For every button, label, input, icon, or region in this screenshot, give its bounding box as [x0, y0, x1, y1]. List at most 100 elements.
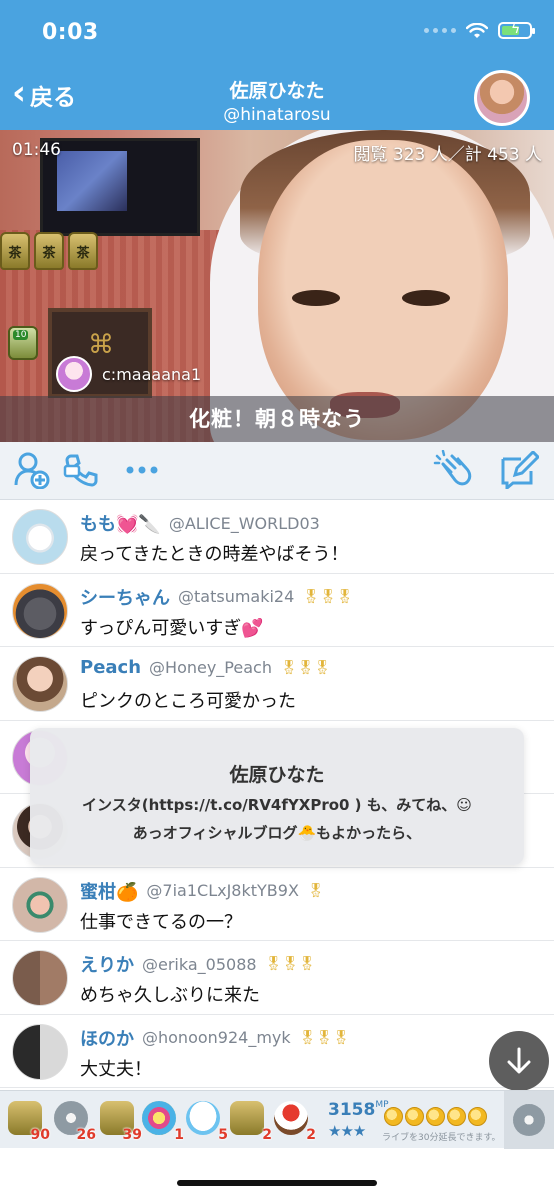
broadcaster-avatar[interactable]: [474, 70, 530, 126]
extend-text: ライブを30分延長できます。: [382, 1133, 501, 1143]
gift-item[interactable]: 5: [182, 1097, 228, 1143]
arrow-down-icon: [507, 1047, 531, 1074]
video-eye: [292, 290, 340, 306]
comment-meta: もも💓🔪 @ALICE_WORLD03: [80, 510, 328, 536]
gift-icon: [274, 1101, 308, 1135]
call-icon[interactable]: [62, 450, 104, 490]
comment-avatar[interactable]: [12, 1023, 68, 1080]
comment-row[interactable]: シーちゃん @tatsumaki24 🎖🎖🎖 すっぴん可愛いすぎ💕: [0, 574, 554, 647]
comment-text: めちゃ久しぶりに来た: [80, 985, 260, 1006]
gift-count: 2: [306, 1127, 316, 1143]
gift-item[interactable]: 39: [96, 1097, 142, 1143]
live-video[interactable]: 茶 茶 茶 10 01:46 閲覧 323 人／計 453 人 c:maaaan…: [0, 130, 554, 442]
comment-avatar[interactable]: [12, 656, 68, 712]
star-rating: ★★★: [328, 1122, 366, 1140]
comment-avatar[interactable]: [12, 509, 68, 565]
gift-count: 90: [30, 1127, 50, 1143]
comment-username[interactable]: 蜜柑🍊: [80, 878, 138, 904]
viewer-count: 閲覧 323 人／計 453 人: [353, 145, 542, 165]
points-display: 3158MP ★★★: [328, 1100, 389, 1140]
comment-avatar[interactable]: [12, 582, 68, 639]
coin-icons[interactable]: [384, 1107, 487, 1126]
medal-icon: 🎖🎖🎖: [264, 956, 316, 972]
comment-username[interactable]: Peach: [80, 657, 141, 678]
comment-row[interactable]: えりか @erika_05088 🎖🎖🎖 めちゃ久しぶりに来た: [0, 941, 554, 1015]
comment-meta: シーちゃん @tatsumaki24 🎖🎖🎖: [80, 584, 354, 610]
broadcaster-name: 佐原ひなた: [229, 80, 325, 102]
tea-gift-icon: 10: [8, 326, 38, 360]
medal-icon: 🎖: [306, 882, 325, 899]
comment-username[interactable]: もも💓🔪: [80, 510, 161, 536]
comment-text: ピンクのところ可愛かった: [80, 691, 296, 712]
gift-count: 26: [76, 1127, 96, 1143]
signal-icon: [424, 28, 456, 33]
tea-gift-icon: 茶: [0, 232, 30, 270]
gift-icon: [186, 1101, 220, 1135]
comment-handle: @7ia1CLxJ8ktYB9X: [146, 881, 299, 900]
comment-meta: 蜜柑🍊 @7ia1CLxJ8ktYB9X 🎖: [80, 878, 325, 904]
comment-username[interactable]: ほのか: [80, 1025, 134, 1051]
video-eye: [402, 290, 450, 306]
comment-meta: Peach @Honey_Peach 🎖🎖🎖: [80, 657, 331, 678]
comment-meta: ほのか @honoon924_myk 🎖🎖🎖: [80, 1025, 350, 1051]
comment-row[interactable]: 蜜柑🍊 @7ia1CLxJ8ktYB9X 🎖 仕事できてるの一？: [0, 868, 554, 941]
comment-handle: @ALICE_WORLD03: [168, 513, 320, 533]
comment-row[interactable]: ほのか @honoon924_myk 🎖🎖🎖 大丈夫！: [0, 1015, 554, 1088]
medal-icon: 🎖🎖🎖: [298, 1029, 350, 1046]
home-indicator[interactable]: [177, 1180, 377, 1186]
comment-row[interactable]: もも💓🔪 @ALICE_WORLD03 戻ってきたときの時差やばそう！: [0, 500, 554, 574]
comment-handle: @Honey_Peach: [149, 658, 272, 677]
comment-handle: @erika_05088: [142, 954, 257, 974]
action-bar: [0, 442, 554, 500]
stream-timer: 01:46: [12, 140, 61, 160]
popup-line[interactable]: インスタ(https://t.co/RV4fYXPro0 ) も、みてね、☺: [30, 795, 524, 815]
medal-icon: 🎖🎖🎖: [302, 588, 353, 605]
gift-icon: [142, 1101, 176, 1135]
add-user-icon[interactable]: [12, 450, 52, 490]
comment-username[interactable]: シーちゃん: [80, 584, 170, 610]
status-time: 0:03: [42, 20, 99, 45]
gift-item[interactable]: 1: [138, 1097, 184, 1143]
medal-icon: 🎖🎖🎖: [279, 659, 331, 676]
wifi-icon: [466, 22, 488, 38]
broadcaster-message-popup[interactable]: 佐原ひなた インスタ(https://t.co/RV4fYXPro0 ) も、み…: [30, 728, 524, 865]
tea-gift-icon: 茶: [68, 232, 98, 270]
gift-bar: 90 26 39 1 5 2 2 3158MP ★★★ ライブを30分延長できま…: [0, 1090, 554, 1149]
gift-menu-button[interactable]: [504, 1091, 554, 1149]
current-commenter: c:maaaana1: [56, 356, 201, 392]
comment-avatar[interactable]: [12, 876, 68, 933]
scroll-down-button[interactable]: [489, 1031, 549, 1091]
comment-row[interactable]: Peach @Honey_Peach 🎖🎖🎖 ピンクのところ可愛かった: [0, 647, 554, 721]
status-icons: ϟ: [424, 21, 535, 39]
disk-icon: [513, 1104, 545, 1136]
broadcaster-handle: @hinatarosu: [223, 105, 331, 125]
comment-handle: @tatsumaki24: [178, 587, 295, 606]
gift-item[interactable]: 26: [50, 1097, 96, 1143]
gift-item[interactable]: 90: [4, 1097, 50, 1143]
gift-overlay: 茶 茶 茶: [0, 232, 98, 270]
tea-gift-icon: 茶: [34, 232, 64, 270]
comment-handle: @honoon924_myk: [142, 1028, 291, 1047]
battery-icon: ϟ: [498, 21, 535, 39]
popup-line: あっオフィシャルブログ🐣もよかったら、: [132, 824, 422, 842]
nav-title: 佐原ひなた @hinatarosu: [0, 76, 554, 125]
video-tv: [40, 138, 200, 236]
gift-icon: [230, 1101, 264, 1135]
comment-username[interactable]: えりか: [80, 951, 134, 977]
gift-item[interactable]: 2: [270, 1097, 316, 1143]
compose-icon[interactable]: [497, 450, 541, 490]
comment-text: 戻ってきたときの時差やばそう！: [80, 544, 349, 565]
commenter-name: c:maaaana1: [102, 364, 202, 384]
commenter-avatar: [56, 356, 92, 392]
clap-icon[interactable]: [432, 450, 476, 490]
comment-text: 仕事できてるの一？: [80, 911, 242, 933]
top-bar: 0:03 ϟ ‹ 戻る 佐原ひなた @hinatarosu: [0, 0, 554, 130]
more-icon[interactable]: [122, 450, 162, 490]
comment-text: すっぴん可愛いすぎ💕: [80, 617, 264, 639]
gift-item[interactable]: 2: [226, 1097, 272, 1143]
comment-text: 大丈夫！: [80, 1058, 152, 1080]
comment-avatar[interactable]: [12, 950, 68, 1006]
stream-caption: 化粧！朝８時なう: [0, 396, 554, 442]
popup-name: 佐原ひなた: [229, 764, 325, 786]
points-value: 3158: [328, 1100, 376, 1120]
